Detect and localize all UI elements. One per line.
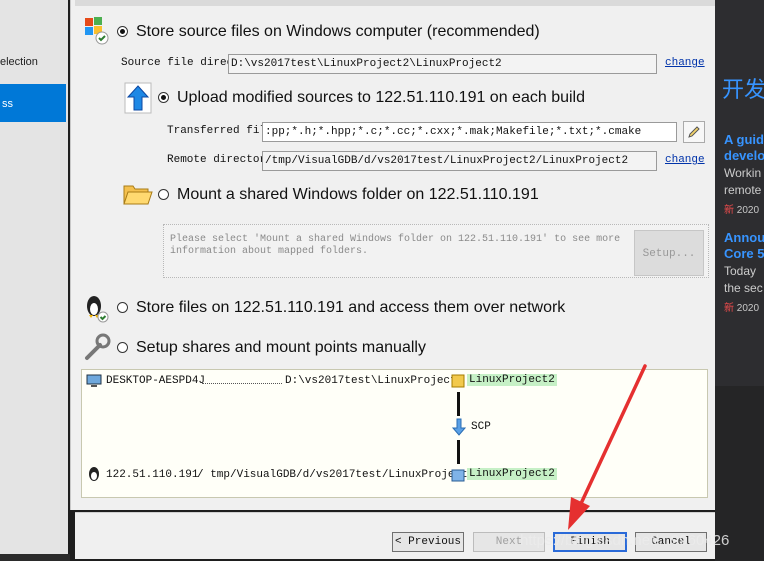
page-header-strip xyxy=(75,0,715,6)
remote-host: 122.51.110.191 xyxy=(106,469,199,481)
computer-icon xyxy=(86,374,102,388)
remote-project-badge: LinuxProject2 xyxy=(467,468,557,480)
manual-label: Setup shares and mount points manually xyxy=(136,339,426,356)
transferred-files-input[interactable]: :pp;*.h;*.hpp;*.c;*.cc;*.cxx;*.mak;Makef… xyxy=(262,122,677,142)
upload-label: Upload modified sources to 122.51.110.19… xyxy=(177,89,585,106)
dotted-connector xyxy=(202,383,282,384)
connector-line-bottom xyxy=(457,440,460,464)
source-dir-field[interactable]: D:\vs2017test\LinuxProject2\LinuxProject… xyxy=(228,54,657,74)
news-text-line-2: remote xyxy=(724,183,762,197)
upload-arrow-icon xyxy=(124,82,152,114)
local-path: D:\vs2017test\LinuxProject2 xyxy=(285,375,464,387)
nav-item-project-selection[interactable]: election xyxy=(0,56,38,68)
news-date: 新 2020 xyxy=(724,201,759,216)
upload-radio[interactable] xyxy=(158,92,169,103)
new-badge: 新 xyxy=(724,303,734,314)
news-text-line-1: Workin xyxy=(724,166,762,180)
local-host-name: DESKTOP-AESPD4J xyxy=(106,375,206,387)
mount-label: Mount a shared Windows folder on 122.51.… xyxy=(177,186,539,203)
windows-computer-icon xyxy=(82,15,110,45)
store-remote-label: Store files on 122.51.110.191 and access… xyxy=(136,299,566,316)
news-date-text: 2020 xyxy=(736,205,760,216)
previous-button[interactable]: < Previous xyxy=(392,532,464,552)
manual-radio[interactable] xyxy=(117,342,128,353)
news-title-line-1[interactable]: Annou xyxy=(724,230,764,245)
change-source-dir-link[interactable]: change xyxy=(665,57,705,69)
wrench-icon xyxy=(82,332,112,362)
linux-penguin-icon xyxy=(86,466,102,482)
store-windows-label: Store source files on Windows computer (… xyxy=(136,23,540,40)
folder-icon xyxy=(451,467,465,483)
source-dir-label: Source file direct xyxy=(121,57,240,69)
news-title-line-2[interactable]: Core 5 xyxy=(724,246,764,261)
mount-radio[interactable] xyxy=(158,189,169,200)
nav-item-source-access[interactable]: ss xyxy=(0,84,66,122)
remote-path: / tmp/VisualGDB/d/vs2017test/LinuxProjec… xyxy=(197,469,475,481)
news-title-line-2[interactable]: develo xyxy=(724,148,764,163)
nav-item-label: ss xyxy=(2,98,13,110)
bottom-strip xyxy=(0,554,70,561)
store-windows-radio[interactable] xyxy=(117,26,128,37)
local-project-badge: LinuxProject2 xyxy=(467,374,557,386)
down-arrow-icon xyxy=(452,418,466,436)
news-text-line-1: Today xyxy=(724,264,757,278)
folder-icon xyxy=(451,373,465,389)
remote-dir-label: Remote directory xyxy=(167,154,273,166)
transfer-method: SCP xyxy=(471,421,491,433)
nav-item-label: election xyxy=(0,56,38,68)
news-date-text: 2020 xyxy=(736,303,760,314)
watermark-text: https://blog.csdn.net/...9960426 xyxy=(520,532,730,549)
panel-title: 开发 xyxy=(722,77,764,102)
setup-button[interactable]: Setup... xyxy=(634,230,704,276)
news-date: 新 2020 xyxy=(724,299,759,314)
remote-dir-field[interactable]: /tmp/VisualGDB/d/vs2017test/LinuxProject… xyxy=(262,151,657,171)
change-remote-dir-link[interactable]: change xyxy=(665,154,705,166)
shared-folder-icon xyxy=(122,178,154,208)
news-text-line-2: the sec xyxy=(724,281,763,295)
news-title-line-1[interactable]: A guid xyxy=(724,132,764,147)
linux-penguin-icon xyxy=(82,292,110,324)
mount-info-text: Please select 'Mount a shared Windows fo… xyxy=(170,234,621,257)
connector-line-top xyxy=(457,392,460,416)
store-remote-radio[interactable] xyxy=(117,302,128,313)
edit-pencil-icon[interactable] xyxy=(683,121,705,143)
new-badge: 新 xyxy=(724,205,734,216)
